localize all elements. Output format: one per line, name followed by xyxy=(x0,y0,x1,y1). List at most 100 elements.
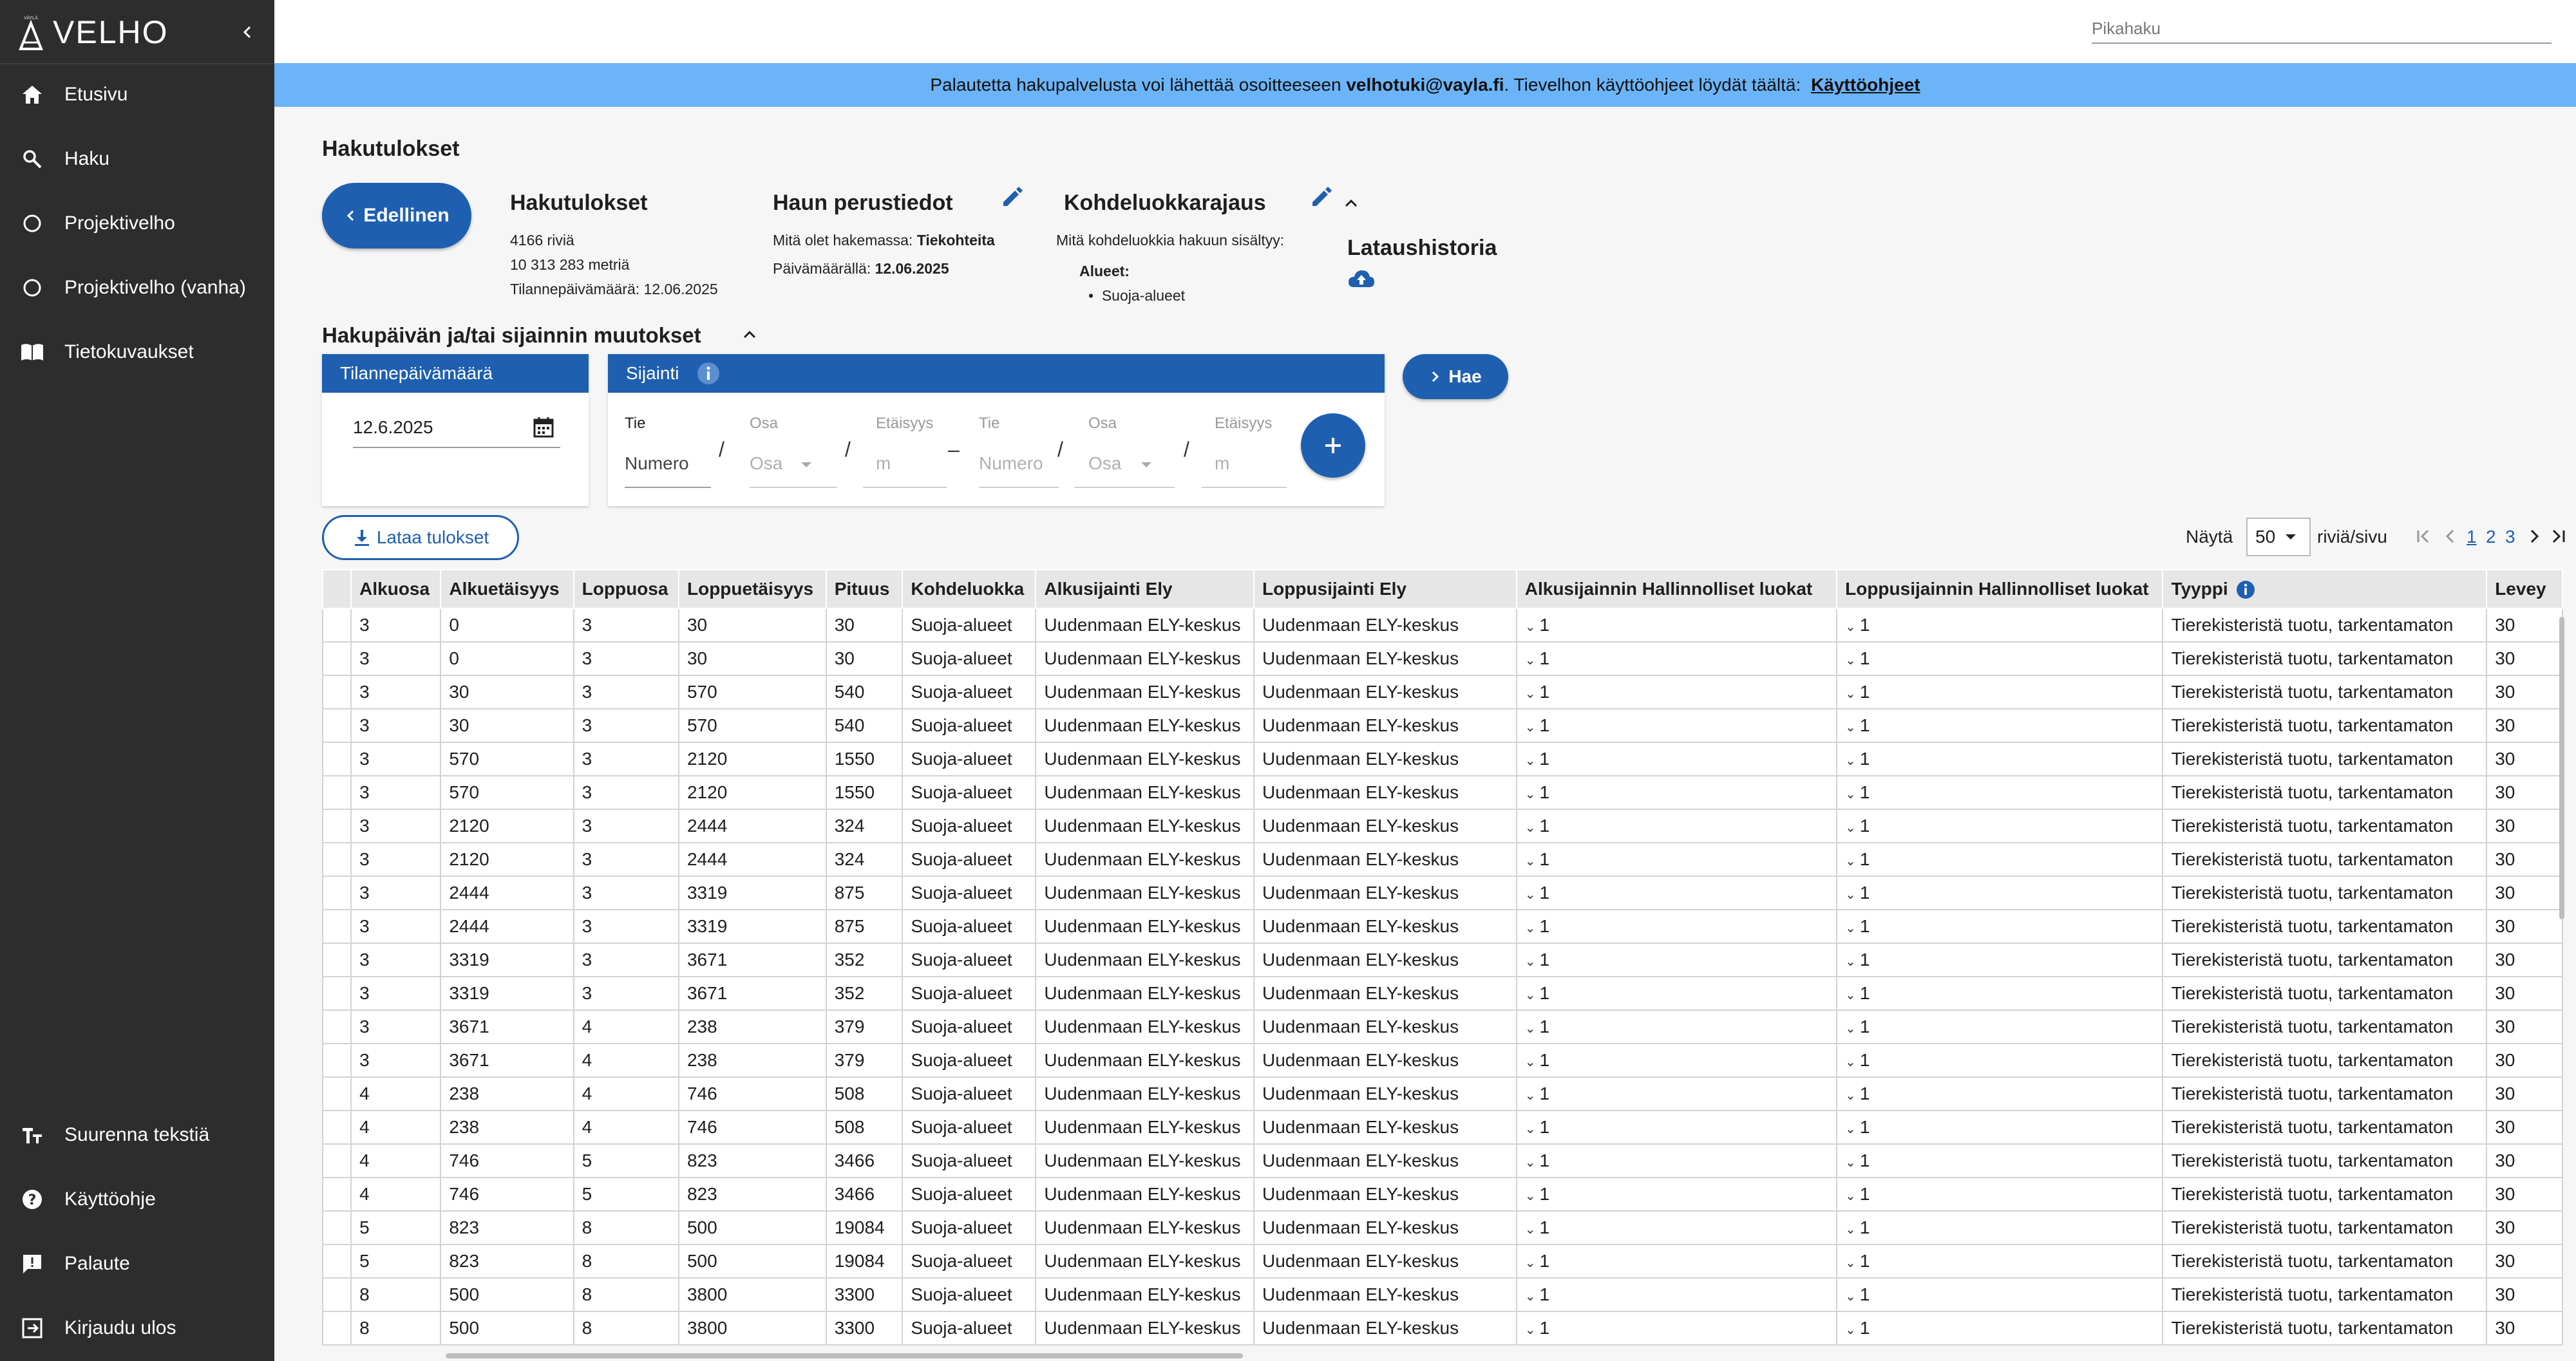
expandable-cell[interactable]: ⌄ 1 xyxy=(1836,1076,2164,1111)
velho-logo[interactable]: VÄYLÄ VELHO xyxy=(18,12,169,53)
download-results-button[interactable]: Lataa tulokset xyxy=(322,515,519,560)
tie2-input[interactable]: Numero xyxy=(979,453,1043,474)
back-button[interactable]: Edellinen xyxy=(322,183,471,249)
expandable-cell[interactable]: ⌄ 1 xyxy=(1836,842,2164,877)
column-header[interactable]: Kohdeluokka xyxy=(902,569,1037,609)
info-icon[interactable] xyxy=(2236,580,2255,599)
info-icon[interactable] xyxy=(697,362,720,385)
sidebar-item-etusivu[interactable]: Etusivu xyxy=(0,66,274,124)
expandable-cell[interactable]: ⌄ 1 xyxy=(1836,775,2164,810)
expandable-cell[interactable]: ⌄ 1 xyxy=(1836,641,2164,676)
sidebar-item-kayttoohje[interactable]: ? Käyttöohje xyxy=(0,1170,274,1228)
expandable-cell[interactable]: ⌄ 1 xyxy=(1515,1143,1838,1178)
expandable-cell[interactable]: ⌄ 1 xyxy=(1515,876,1838,910)
expandable-cell[interactable]: ⌄ 1 xyxy=(1515,842,1838,877)
expandable-cell[interactable]: ⌄ 1 xyxy=(1836,1244,2164,1279)
cell-value: 1 xyxy=(1539,782,1550,802)
expandable-cell[interactable]: ⌄ 1 xyxy=(1836,1210,2164,1245)
expandable-cell[interactable]: ⌄ 1 xyxy=(1515,1244,1838,1279)
expandable-cell[interactable]: ⌄ 1 xyxy=(1836,1277,2164,1312)
expandable-cell[interactable]: ⌄ 1 xyxy=(1836,1177,2164,1212)
sidebar-item-projektivelho-vanha[interactable]: Projektivelho (vanha) xyxy=(0,259,274,317)
collapse-sidebar-button[interactable] xyxy=(232,17,263,48)
download-history-button[interactable] xyxy=(1347,268,1376,291)
sidebar-item-projektivelho[interactable]: Projektivelho xyxy=(0,194,274,252)
expandable-cell[interactable]: ⌄ 1 xyxy=(1836,943,2164,977)
expandable-cell[interactable]: ⌄ 1 xyxy=(1836,1311,2164,1346)
calendar-icon[interactable] xyxy=(532,416,555,439)
expandable-cell[interactable]: ⌄ 1 xyxy=(1836,608,2164,643)
expandable-cell[interactable]: ⌄ 1 xyxy=(1515,1177,1838,1212)
expandable-cell[interactable]: ⌄ 1 xyxy=(1515,1043,1838,1078)
column-header[interactable]: Alkuetäisyys xyxy=(440,569,574,609)
expandable-cell[interactable]: ⌄ 1 xyxy=(1836,809,2164,843)
rows-per-page-select[interactable]: 50 xyxy=(2246,518,2311,556)
expandable-cell[interactable]: ⌄ 1 xyxy=(1515,742,1838,776)
expandable-cell[interactable]: ⌄ 1 xyxy=(1515,1311,1838,1346)
etaisyys-input[interactable]: m xyxy=(876,453,891,474)
expandable-cell[interactable]: ⌄ 1 xyxy=(1836,1009,2164,1044)
expandable-cell[interactable]: ⌄ 1 xyxy=(1515,976,1838,1011)
expandable-cell[interactable]: ⌄ 1 xyxy=(1515,1009,1838,1044)
expandable-cell[interactable]: ⌄ 1 xyxy=(1515,1277,1838,1312)
horizontal-scrollbar[interactable] xyxy=(446,1353,1243,1358)
column-header[interactable]: Loppusijainnin Hallinnolliset luokat xyxy=(1836,569,2164,609)
expandable-cell[interactable]: ⌄ 1 xyxy=(1836,1143,2164,1178)
search-button[interactable]: Hae xyxy=(1403,354,1508,399)
next-page-icon[interactable] xyxy=(2527,528,2541,545)
page-link-1[interactable]: 1 xyxy=(2467,527,2477,547)
expandable-cell[interactable]: ⌄ 1 xyxy=(1515,943,1838,977)
sidebar-item-suurenna-tekstia[interactable]: Suurenna tekstiä xyxy=(0,1106,274,1164)
results-table-container[interactable]: Alkuosa Alkuetäisyys Loppuosa Loppuetäisyys… xyxy=(322,569,2563,1353)
column-header[interactable]: Loppusijainti Ely xyxy=(1253,569,1517,609)
expandable-cell[interactable]: ⌄ 1 xyxy=(1515,775,1838,810)
last-page-icon[interactable] xyxy=(2548,528,2567,545)
column-header[interactable]: Alkuosa xyxy=(350,569,442,609)
expandable-cell[interactable]: ⌄ 1 xyxy=(1515,675,1838,709)
column-header[interactable]: Loppuosa xyxy=(573,569,679,609)
expandable-cell[interactable]: ⌄ 1 xyxy=(1515,1076,1838,1111)
collapse-classes-button[interactable] xyxy=(1342,194,1360,212)
expandable-cell[interactable]: ⌄ 1 xyxy=(1515,809,1838,843)
edit-classes-button[interactable] xyxy=(1310,185,1333,209)
osa2-select[interactable]: Osa xyxy=(1088,453,1121,474)
expandable-cell[interactable]: ⌄ 1 xyxy=(1836,1110,2164,1145)
sidebar-item-tietokuvaukset[interactable]: Tietokuvaukset xyxy=(0,323,274,381)
expandable-cell[interactable]: ⌄ 1 xyxy=(1836,1043,2164,1078)
page-link-2[interactable]: 2 xyxy=(2486,527,2496,547)
column-header[interactable]: Levey xyxy=(2486,569,2563,609)
column-header[interactable]: Loppuetäisyys xyxy=(677,569,827,609)
column-header[interactable]: Pituus xyxy=(825,569,904,609)
date-input[interactable]: 12.6.2025 xyxy=(353,408,560,448)
edit-basics-button[interactable] xyxy=(1001,185,1024,209)
expandable-cell[interactable]: ⌄ 1 xyxy=(1515,641,1838,676)
expandable-cell[interactable]: ⌄ 1 xyxy=(1836,675,2164,709)
expandable-cell[interactable]: ⌄ 1 xyxy=(1836,876,2164,910)
expandable-cell[interactable]: ⌄ 1 xyxy=(1836,909,2164,944)
sidebar-item-palaute[interactable]: Palaute xyxy=(0,1235,274,1293)
vertical-scrollbar[interactable] xyxy=(2559,617,2564,919)
expandable-cell[interactable]: ⌄ 1 xyxy=(1836,742,2164,776)
expandable-cell[interactable]: ⌄ 1 xyxy=(1515,1110,1838,1145)
tie-input[interactable]: Numero xyxy=(625,453,689,474)
page-link-3[interactable]: 3 xyxy=(2505,527,2515,547)
previous-page-icon[interactable] xyxy=(2443,528,2458,545)
expandable-cell[interactable]: ⌄ 1 xyxy=(1515,1210,1838,1245)
first-page-icon[interactable] xyxy=(2415,528,2434,545)
expandable-cell[interactable]: ⌄ 1 xyxy=(1836,976,2164,1011)
expandable-cell[interactable]: ⌄ 1 xyxy=(1515,608,1838,643)
banner-manual-link[interactable]: Käyttöohjeet xyxy=(1811,75,1920,95)
collapse-changes-button[interactable] xyxy=(741,326,759,344)
quick-search-input[interactable] xyxy=(2092,14,2552,44)
column-header[interactable]: Tyyppi xyxy=(2162,569,2488,609)
expandable-cell[interactable]: ⌄ 1 xyxy=(1515,708,1838,743)
osa-select[interactable]: Osa xyxy=(750,453,782,474)
sidebar-item-kirjaudu-ulos[interactable]: Kirjaudu ulos xyxy=(0,1299,274,1357)
column-header[interactable]: Alkusijainnin Hallinnolliset luokat xyxy=(1515,569,1838,609)
expandable-cell[interactable]: ⌄ 1 xyxy=(1836,708,2164,743)
column-header[interactable]: Alkusijainti Ely xyxy=(1035,569,1255,609)
sidebar-item-haku[interactable]: Haku xyxy=(0,130,274,188)
expandable-cell[interactable]: ⌄ 1 xyxy=(1515,909,1838,944)
etaisyys2-input[interactable]: m xyxy=(1215,453,1229,474)
add-location-button[interactable] xyxy=(1301,413,1365,478)
